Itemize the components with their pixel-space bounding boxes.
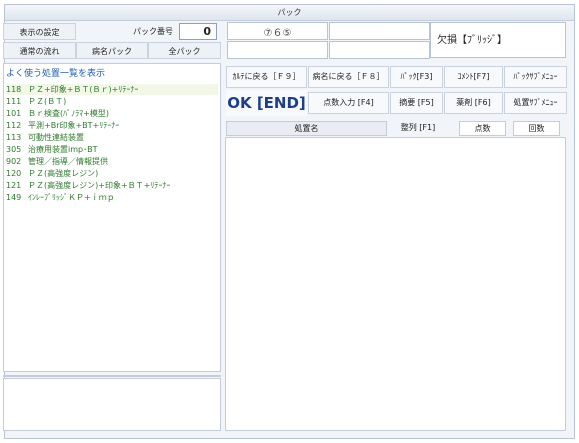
list-splitter[interactable] [3,375,221,377]
treatment-list: よく使う処置一覧を表示 118 ＰＺ+印象+ＢＴ(Ｂｒ)+ﾘﾃｰﾅｰ 111 ＰＺ(… [3,63,221,372]
list-item-name: ＰＺ(高強度レジン)+印象+ＢＴ+ﾘﾃｰﾅｰ [28,181,171,190]
display-settings-button[interactable]: 表示の設定 [3,23,76,40]
list-item[interactable]: 120 ＰＺ(高強度レジン) [6,168,218,179]
disease-pack-button[interactable]: 病名パック [76,42,148,59]
treatment-list-title[interactable]: よく使う処置一覧を表示 [6,66,105,79]
list-item-code: 902 [6,157,22,166]
list-item-code: 120 [6,169,22,178]
column-header-count[interactable]: 回数 [513,121,560,136]
list-item[interactable]: 101 Ｂｒ検査(ﾊﾟﾉﾗﾏ+模型) [6,108,218,119]
pack-number-field[interactable]: 0 [179,23,217,40]
column-header-points[interactable]: 点数 [459,121,506,136]
medicine-button[interactable]: 薬剤 [F6] [444,92,503,114]
info-box-4 [329,41,430,59]
list-item-name: 平測+Br印象+BT+ﾘﾃｰﾅｰ [28,121,120,130]
pack-number-label: パック番号 [133,27,173,36]
list-item-name: ＰＺ(ＢＴ) [28,97,67,106]
pack-submenu-button[interactable]: ﾊﾟｯｸｻﾌﾞﾒﾆｭｰ [504,66,567,88]
list-item[interactable]: 112 平測+Br印象+BT+ﾘﾃｰﾅｰ [6,120,218,131]
list-item-code: 305 [6,145,22,154]
tooth-notation: ⑦６⑤ [263,28,292,39]
list-item[interactable]: 118 ＰＺ+印象+ＢＴ(Ｂｒ)+ﾘﾃｰﾅｰ [6,84,218,95]
list-item-name: 管理／指導／情報提供 [28,157,108,166]
list-item-code: 111 [6,97,22,106]
all-packs-button[interactable]: 全パック [148,42,221,59]
lower-left-panel [3,378,221,431]
back-to-disease-button[interactable]: 病名に戻る［Ｆ８］ [308,66,389,88]
list-item-name: ｲﾝﾚｰﾌﾞﾘｯｼﾞＫＰ+ｉｍｐ [28,193,115,202]
normal-flow-button[interactable]: 通常の流れ [3,42,76,59]
back-to-chart-button[interactable]: ｶﾙﾃに戻る［Ｆ９］ [226,66,307,88]
sort-button[interactable]: 整列 [F1] [388,121,448,136]
list-item[interactable]: 305 治療用装置imp･BT [6,144,218,155]
defect-label: 欠損【ﾌﾞﾘｯｼﾞ】 [430,22,566,58]
treatment-table-body [225,137,566,431]
column-header-name[interactable]: 処置名 [226,121,387,136]
left-header: 表示の設定 パック番号 0 通常の流れ 病名パック 全パック [3,21,221,61]
list-item-code: 112 [6,121,22,130]
window-title: パック [5,5,574,21]
list-item-code: 149 [6,193,22,202]
list-item-name: 可動性連結装置 [28,133,84,142]
comment-button[interactable]: ｺﾒﾝﾄ[F7] [444,66,503,88]
tooth-notation-box: ⑦６⑤ [227,22,328,40]
list-item[interactable]: 111 ＰＺ(ＢＴ) [6,96,218,107]
treatment-submenu-button[interactable]: 処置ｻﾌﾞﾒﾆｭｰ [504,92,567,114]
list-item-name: 治療用装置imp･BT [28,145,98,154]
list-item[interactable]: 113 可動性連結装置 [6,132,218,143]
summary-button[interactable]: 摘要 [F5] [390,92,443,114]
points-input-button[interactable]: 点数入力 [F4] [308,92,389,114]
list-item-code: 121 [6,181,22,190]
selection-highlight-box [6,84,218,95]
info-box-2 [329,22,430,40]
list-item[interactable]: 149 ｲﾝﾚｰﾌﾞﾘｯｼﾞＫＰ+ｉｍｐ [6,192,218,203]
list-item-code: 101 [6,109,22,118]
pack-button[interactable]: ﾊﾟｯｸ[F3] [390,66,443,88]
list-item-code: 113 [6,133,22,142]
list-item[interactable]: 121 ＰＺ(高強度レジン)+印象+ＢＴ+ﾘﾃｰﾅｰ [6,180,218,191]
list-item-name: ＰＺ(高強度レジン) [28,169,99,178]
info-box-3 [227,41,328,59]
list-item[interactable]: 902 管理／指導／情報提供 [6,156,218,167]
ok-button[interactable]: OK [END] [226,90,307,116]
list-item-name: Ｂｒ検査(ﾊﾟﾉﾗﾏ+模型) [28,109,109,118]
